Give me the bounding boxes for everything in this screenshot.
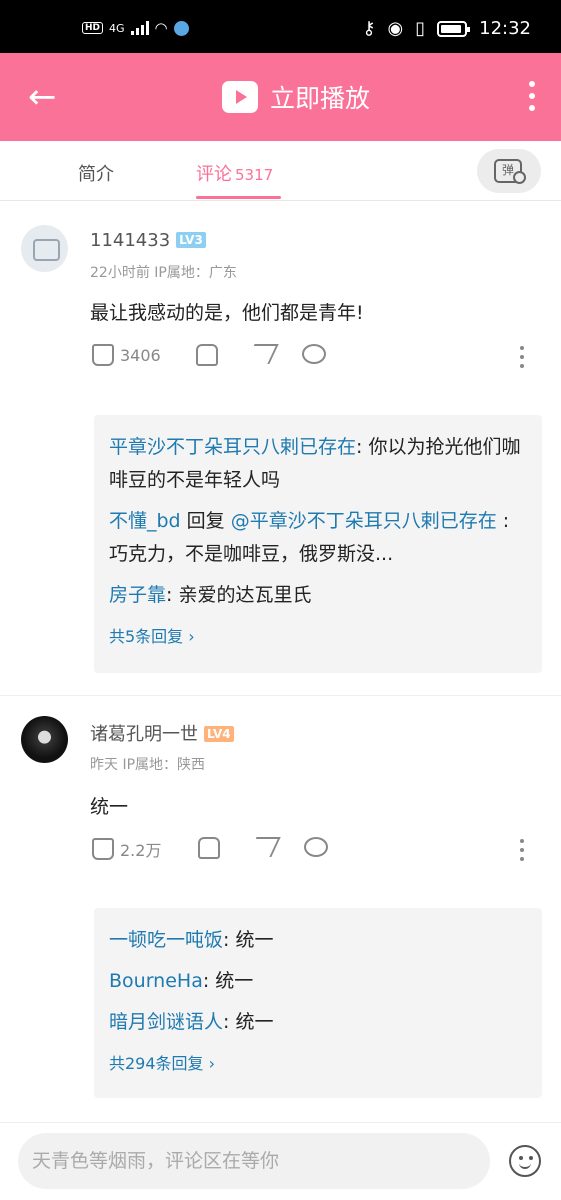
comment-meta: 22小时前 IP属地：广东	[90, 265, 237, 281]
tab-intro[interactable]: 简介	[78, 160, 114, 186]
username-text: 1141433	[90, 230, 171, 251]
battery-icon	[437, 20, 471, 37]
share-button[interactable]	[245, 344, 279, 364]
reply-separator: :	[202, 970, 216, 992]
reply-item[interactable]: 一顿吃一吨饭: 统一	[109, 924, 528, 957]
comment-item: 诸葛孔明一世 LV4 昨天 IP属地：陕西 统一 2.2万 一顿吃一吨饭: 统一 …	[0, 696, 561, 1121]
vibrate-icon: ▯	[415, 18, 426, 39]
like-button[interactable]: 3406	[92, 344, 161, 366]
reply-separator: :	[223, 1011, 236, 1033]
comment-text: 统一	[90, 796, 129, 818]
like-button[interactable]: 2.2万	[92, 837, 161, 861]
tab-comments-label: 评论	[196, 164, 232, 185]
status-right: ⚷ ◉ ▯ 12:32	[362, 18, 531, 39]
thumbs-up-icon	[92, 344, 114, 366]
reply-bubble-icon	[304, 837, 328, 857]
view-all-replies-link[interactable]: 共294条回复 ›	[109, 1047, 528, 1080]
comment-item: 1141433 LV3 22小时前 IP属地：广东 最让我感动的是，他们都是青年!…	[0, 201, 561, 696]
tab-bar: 简介 评论 5317 弹	[0, 141, 561, 201]
avatar[interactable]	[21, 716, 68, 763]
level-badge: LV3	[176, 232, 206, 248]
dislike-button[interactable]	[196, 344, 218, 366]
tab-comments[interactable]: 评论 5317	[196, 160, 273, 186]
tv-play-icon	[222, 81, 258, 113]
reply-text: 统一	[235, 1011, 274, 1033]
chevron-right-icon: ›	[208, 1054, 216, 1073]
reply-item[interactable]: 房子靠: 亲爱的达瓦里氏	[109, 579, 528, 612]
share-icon	[245, 344, 279, 364]
like-count: 2.2万	[120, 841, 162, 860]
share-button[interactable]	[247, 837, 281, 857]
reply-username[interactable]: 房子靠	[109, 584, 166, 606]
comment-username[interactable]: 1141433 LV3	[90, 230, 206, 251]
eye-icon: ◉	[387, 18, 404, 39]
thumbs-down-icon	[198, 837, 220, 859]
comment-actions: 3406	[90, 344, 530, 374]
back-arrow-icon[interactable]: ←	[28, 77, 68, 117]
top-bar: ← 立即播放	[0, 53, 561, 141]
reply-username[interactable]: 不懂_bd	[109, 510, 181, 532]
reply-text: 统一	[215, 970, 254, 992]
reply-preview-box[interactable]: 平章沙不丁朵耳只八剌已存在: 你以为抢光他们咖啡豆的不是年轻人吗 不懂_bd 回…	[94, 415, 542, 673]
like-count: 3406	[120, 345, 161, 365]
reply-item[interactable]: 不懂_bd 回复 @平章沙不丁朵耳只八剌已存在 :巧克力，不是咖啡豆，俄罗斯没.…	[109, 505, 528, 571]
comment-more-icon[interactable]	[520, 346, 526, 368]
view-all-replies-label: 共5条回复	[109, 627, 184, 646]
level-badge: LV4	[204, 726, 234, 742]
comment-text: 最让我感动的是，他们都是青年!	[90, 302, 364, 324]
reply-username[interactable]: 一顿吃一吨饭	[109, 929, 223, 951]
comment-actions: 2.2万	[90, 837, 530, 867]
thumbs-down-icon	[196, 344, 218, 366]
active-tab-indicator	[196, 196, 281, 199]
reply-text: 亲爱的达瓦里氏	[178, 584, 312, 606]
reply-button[interactable]	[304, 837, 328, 857]
thumbs-up-icon	[92, 838, 114, 860]
share-icon	[247, 837, 281, 857]
reply-button[interactable]	[302, 344, 326, 364]
play-now-button[interactable]: 立即播放	[222, 79, 370, 115]
reply-username[interactable]: BourneHa	[109, 970, 203, 992]
view-all-replies-link[interactable]: 共5条回复 ›	[109, 620, 528, 653]
username-text: 诸葛孔明一世	[90, 724, 198, 745]
reply-separator: :	[166, 584, 179, 606]
reply-item[interactable]: 暗月剑谜语人: 统一	[109, 1006, 528, 1039]
ban-icon	[513, 171, 526, 184]
hd-badge: HD	[82, 22, 104, 34]
reply-username[interactable]: 平章沙不丁朵耳只八剌已存在	[109, 436, 356, 458]
chevron-right-icon: ›	[188, 627, 195, 646]
emoji-icon[interactable]	[509, 1145, 541, 1177]
status-bar: HD 4G ◠ ⚷ ◉ ▯ 12:32	[0, 0, 561, 53]
reply-separator: :	[223, 929, 236, 951]
status-left: HD 4G ◠	[82, 19, 189, 37]
more-options-icon[interactable]	[527, 81, 537, 111]
reply-username[interactable]: 暗月剑谜语人	[109, 1011, 223, 1033]
tab-comments-count: 5317	[235, 166, 274, 184]
avatar[interactable]	[21, 225, 68, 272]
comment-input-bar: 天青色等烟雨，评论区在等你	[0, 1122, 561, 1200]
app-notification-icon	[173, 20, 189, 36]
reply-target-username[interactable]: @平章沙不丁朵耳只八剌已存在	[231, 510, 497, 532]
reply-separator: :	[356, 436, 369, 458]
dislike-button[interactable]	[198, 837, 220, 859]
danmaku-toggle-button[interactable]: 弹	[477, 149, 541, 193]
clock: 12:32	[479, 18, 531, 39]
comment-meta: 昨天 IP属地：陕西	[90, 757, 206, 773]
network-type: 4G	[109, 21, 125, 35]
key-icon: ⚷	[362, 18, 376, 39]
reply-text: 统一	[235, 929, 274, 951]
reply-to-label: 回复	[180, 510, 231, 532]
comment-more-icon[interactable]	[520, 839, 526, 861]
reply-item[interactable]: BourneHa: 统一	[109, 965, 528, 998]
play-now-label: 立即播放	[270, 84, 371, 113]
reply-bubble-icon	[302, 344, 326, 364]
comment-input[interactable]: 天青色等烟雨，评论区在等你	[18, 1133, 490, 1189]
wifi-icon: ◠	[154, 19, 168, 37]
signal-icon	[130, 21, 149, 35]
reply-item[interactable]: 平章沙不丁朵耳只八剌已存在: 你以为抢光他们咖啡豆的不是年轻人吗	[109, 431, 528, 497]
comment-username[interactable]: 诸葛孔明一世 LV4	[90, 720, 234, 746]
reply-preview-box[interactable]: 一顿吃一吨饭: 统一 BourneHa: 统一 暗月剑谜语人: 统一 共294条…	[94, 908, 542, 1098]
view-all-replies-label: 共294条回复	[109, 1054, 204, 1073]
